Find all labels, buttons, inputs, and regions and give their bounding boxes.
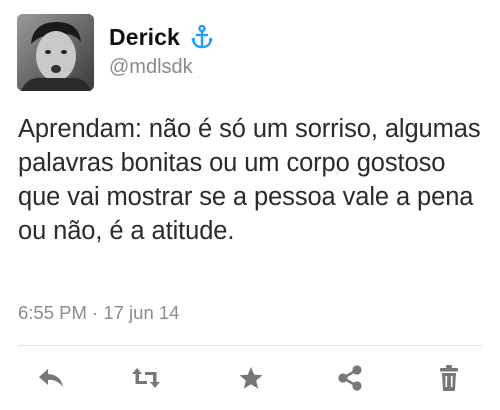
tweet-author: Derick @mdlsdk <box>109 22 480 79</box>
anchor-icon <box>190 24 214 50</box>
avatar-photo <box>17 14 94 91</box>
share-button[interactable] <box>332 360 368 396</box>
favorite-button[interactable] <box>233 360 269 396</box>
trash-icon <box>440 365 458 391</box>
name-row: Derick <box>109 22 480 52</box>
delete-button[interactable] <box>431 360 467 396</box>
star-icon <box>239 367 263 389</box>
user-handle[interactable]: @mdlsdk <box>109 56 480 79</box>
display-name[interactable]: Derick <box>109 24 180 51</box>
reply-button[interactable] <box>33 360 69 396</box>
retweet-icon <box>132 368 160 388</box>
tweet-card: Derick @mdlsdk Aprendam: não é só um sor… <box>0 0 500 410</box>
tweet-timestamp[interactable]: 6:55 PM · 17 jun 14 <box>18 302 179 324</box>
retweet-button[interactable] <box>128 360 164 396</box>
divider <box>18 345 482 346</box>
reply-icon <box>39 369 63 387</box>
avatar[interactable] <box>17 14 94 91</box>
tweet-text: Aprendam: não é só um sorriso, algumas p… <box>18 115 481 245</box>
action-bar <box>0 360 500 396</box>
share-icon <box>338 365 362 391</box>
